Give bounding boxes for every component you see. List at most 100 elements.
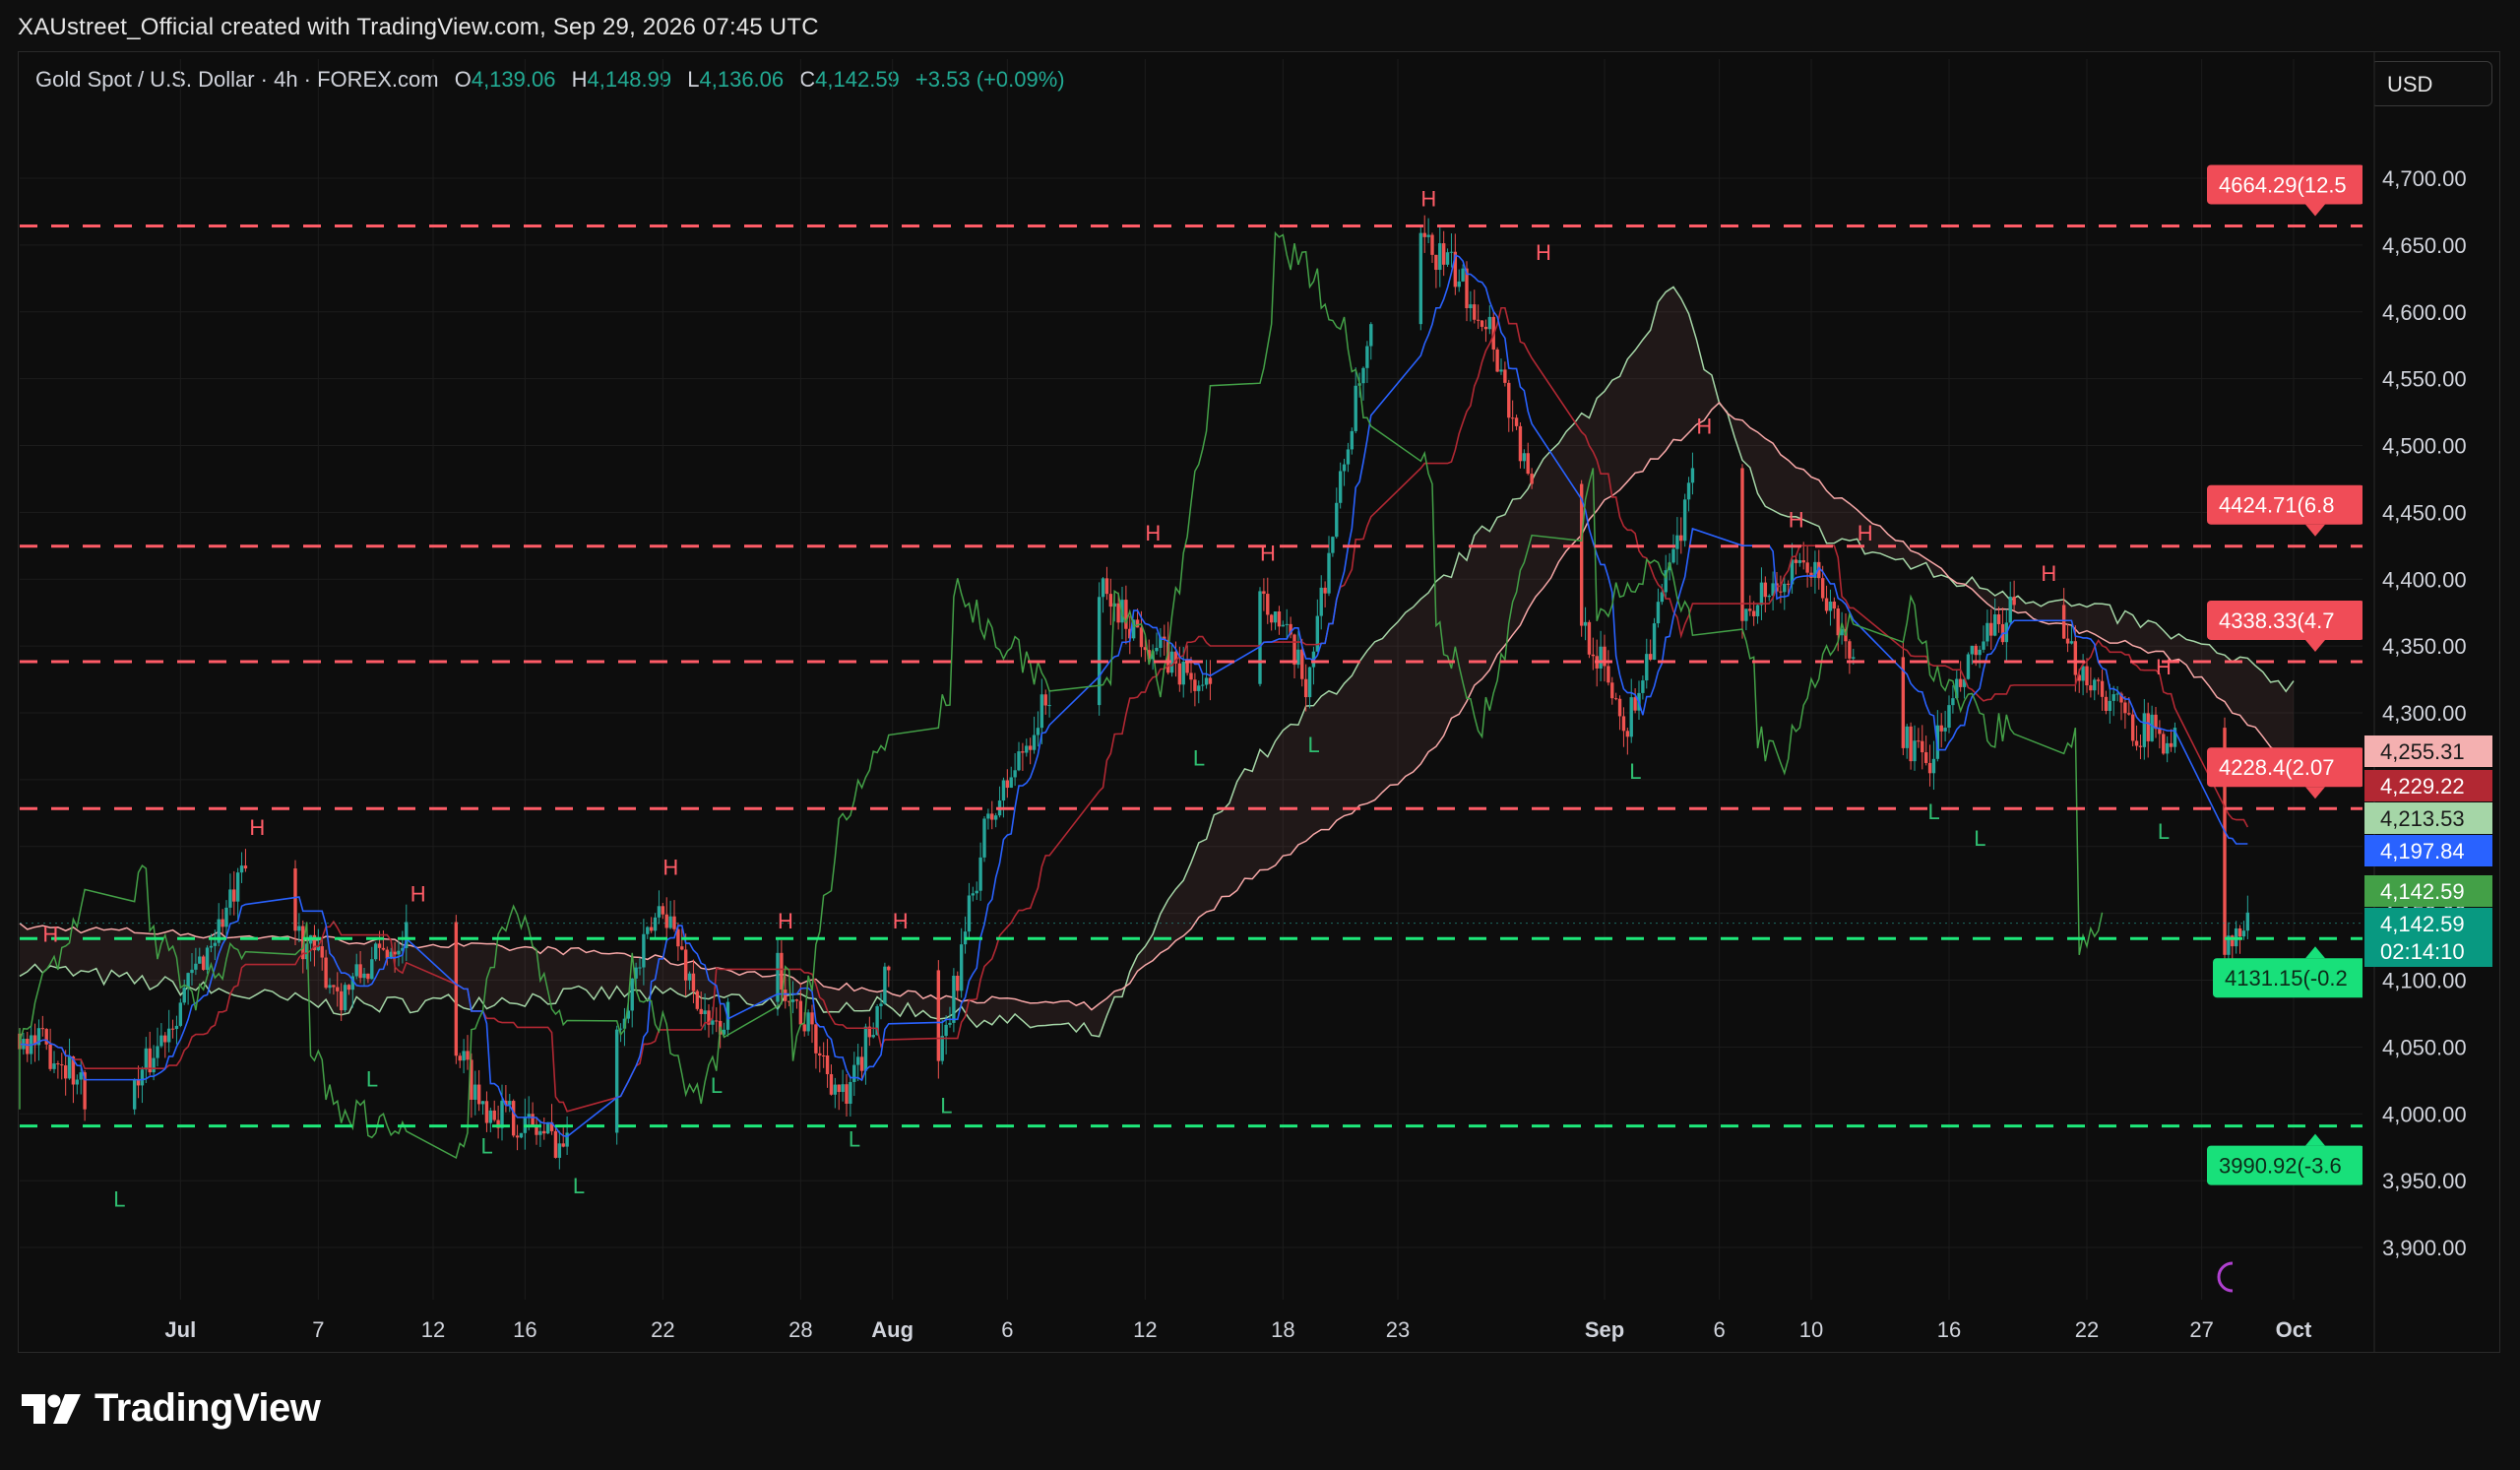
candle-body <box>1426 234 1430 237</box>
candle-body <box>1759 582 1764 606</box>
candle-body <box>1303 678 1308 698</box>
candle-body <box>845 1084 849 1104</box>
candle-body <box>1648 654 1653 661</box>
candle-body <box>1801 559 1805 563</box>
candle <box>1510 400 1515 432</box>
candle-body <box>1682 499 1687 542</box>
candle-body <box>1177 663 1182 685</box>
candle-body <box>1258 591 1262 684</box>
candle <box>473 1070 477 1116</box>
candle-body <box>1104 578 1109 595</box>
y-axis: 3,900.00 3,950.00 4,000.00 4,050.00 4,100.00… <box>2382 166 2467 1260</box>
candle <box>871 1022 875 1039</box>
candle-body <box>1135 619 1140 628</box>
candle <box>492 1100 496 1122</box>
candle <box>1281 620 1286 627</box>
candle <box>1487 305 1492 335</box>
y-tick-label: 4,500.00 <box>2382 434 2467 459</box>
candle <box>1606 650 1610 686</box>
level-label-pointer <box>2305 1133 2325 1146</box>
candle <box>1923 735 1928 766</box>
candle <box>883 962 887 1005</box>
candle <box>963 916 968 954</box>
candle-body <box>480 1101 485 1105</box>
candle <box>1755 604 1760 624</box>
candle <box>2100 669 2105 711</box>
y-tick-label: 4,100.00 <box>2382 969 2467 993</box>
candle <box>1307 667 1312 709</box>
candle-body <box>1338 471 1343 503</box>
candle <box>1331 536 1335 557</box>
price-tag-label: 4,142.59 <box>2380 879 2465 904</box>
candle <box>1943 710 1947 742</box>
candle-body <box>557 1143 562 1158</box>
candle-body <box>182 988 186 1003</box>
candle-body <box>1285 623 1289 625</box>
candle <box>1338 462 1343 509</box>
candle <box>1771 571 1775 610</box>
candle <box>1832 597 1837 619</box>
candle <box>1350 427 1354 455</box>
candle-body <box>1617 698 1622 717</box>
candle-body <box>1939 725 1943 732</box>
candle <box>26 1031 30 1062</box>
candle <box>833 1077 838 1109</box>
candle-body <box>2104 696 2109 712</box>
candle <box>1365 341 1369 383</box>
candle-body <box>1797 559 1802 563</box>
candle-body <box>683 949 688 981</box>
x-tick-label: Sep <box>1585 1317 1624 1342</box>
candle <box>1985 609 1989 647</box>
candle-body <box>1583 621 1588 626</box>
candle <box>205 945 210 975</box>
bar-countdown-label: 02:14:10 <box>2380 939 2465 964</box>
candle-body <box>213 942 218 946</box>
candle <box>1453 233 1458 295</box>
candle-body <box>1783 583 1787 593</box>
candle-body <box>1269 614 1274 623</box>
candle-body <box>1197 685 1201 691</box>
x-tick-label: 28 <box>788 1317 812 1342</box>
candle-body <box>1629 697 1633 737</box>
candle <box>1901 641 1906 756</box>
tradingview-logo[interactable]: TradingView <box>22 1386 321 1431</box>
candle-body <box>178 1002 183 1026</box>
candle <box>829 1064 834 1096</box>
candle <box>1449 233 1454 268</box>
pivot-low-marker: L <box>940 1094 952 1118</box>
candle-body <box>476 1084 481 1105</box>
candle-body <box>711 1020 715 1025</box>
candle-body <box>1327 552 1331 594</box>
candle <box>178 998 183 1028</box>
price-chart-svg[interactable]: 4664.29(12.5 4424.71(6.8 4338.33(4.7 4228.4… <box>0 0 2520 1470</box>
candle <box>2108 683 2112 724</box>
candle-body <box>829 1074 834 1095</box>
candle <box>986 808 990 830</box>
candle <box>855 1044 860 1082</box>
candle <box>511 1099 516 1138</box>
x-tick-label: Jul <box>164 1317 196 1342</box>
resistance-level-label: 4664.29(12.5 <box>2219 172 2347 197</box>
candle <box>63 1050 68 1096</box>
y-tick-label: 4,400.00 <box>2382 567 2467 592</box>
candle-body <box>1603 646 1606 667</box>
candle <box>243 849 248 872</box>
candle-body <box>1652 623 1657 661</box>
candle <box>2069 625 2074 645</box>
candle-body <box>56 1063 60 1065</box>
candle <box>1744 608 1748 631</box>
candle-body <box>1530 474 1534 484</box>
candle <box>1354 367 1357 434</box>
candle <box>1422 215 1426 253</box>
candle-body <box>1921 740 1924 753</box>
candle <box>1292 633 1296 679</box>
candle-body <box>1047 705 1051 707</box>
candle <box>136 1065 141 1099</box>
candle-body <box>661 906 665 915</box>
candle <box>75 1074 80 1095</box>
x-tick-label: 12 <box>421 1317 445 1342</box>
candle-body <box>1751 610 1756 616</box>
candle <box>542 1117 546 1140</box>
candle-body <box>1970 645 1975 655</box>
x-tick-label: 22 <box>2075 1317 2099 1342</box>
